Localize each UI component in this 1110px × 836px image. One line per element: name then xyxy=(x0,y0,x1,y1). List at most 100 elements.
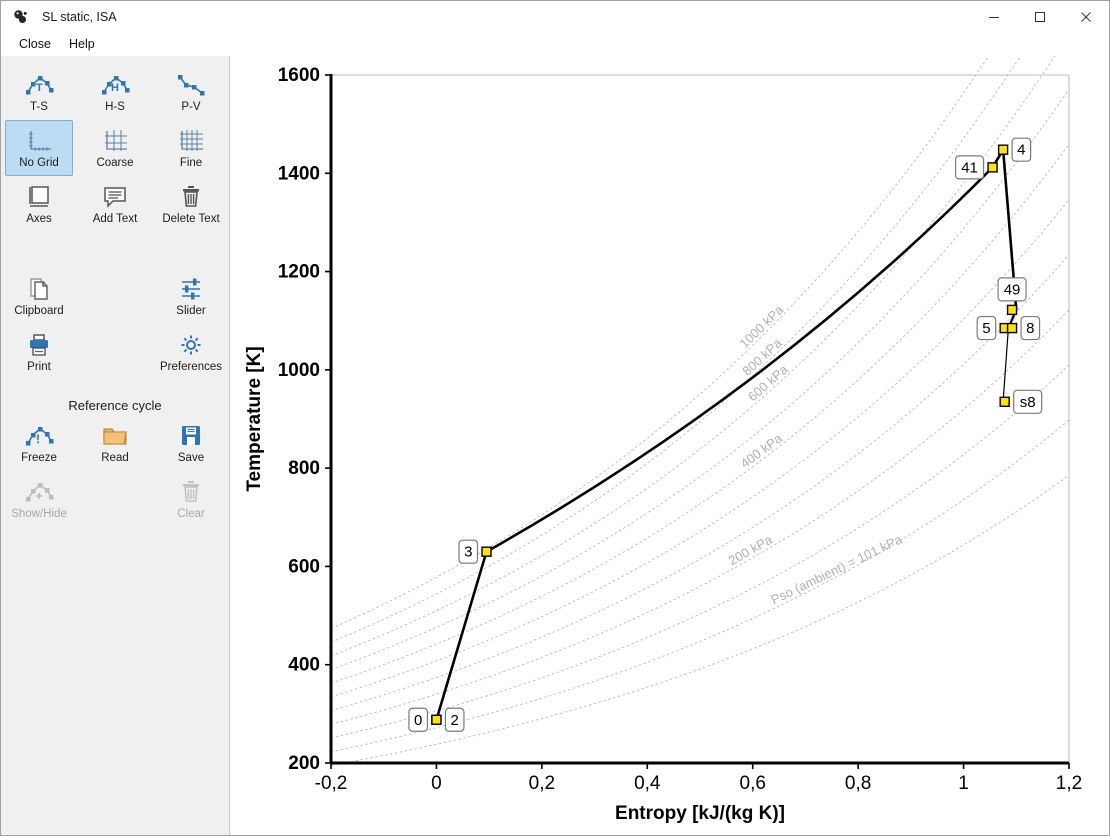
tool-freeze[interactable]: ! Freeze xyxy=(5,415,73,471)
x-tick-label: 0,6 xyxy=(740,773,766,794)
x-tick-label: 0,4 xyxy=(634,773,661,794)
grid-gap xyxy=(77,268,153,324)
y-tick-label: 400 xyxy=(288,655,320,676)
gear-icon xyxy=(176,331,206,359)
tool-h-s[interactable]: H H-S xyxy=(81,64,149,120)
window-title: SL static, ISA xyxy=(42,10,117,24)
app-icon xyxy=(12,8,30,26)
state-point-marker[interactable] xyxy=(432,715,441,724)
tool-label: Axes xyxy=(26,213,52,226)
tool-clear[interactable]: Clear xyxy=(157,471,225,527)
y-tick-label: 200 xyxy=(288,753,320,774)
tool-label: Freeze xyxy=(21,452,57,465)
tool-label: Add Text xyxy=(93,213,138,226)
folder-icon xyxy=(100,422,130,450)
tool-delete-text[interactable]: Delete Text xyxy=(157,176,225,232)
no-grid-icon xyxy=(24,127,54,155)
svg-text:T: T xyxy=(36,82,43,94)
svg-text:49: 49 xyxy=(1004,281,1021,298)
hs-plot-icon: H xyxy=(100,71,130,99)
state-point-marker[interactable] xyxy=(1008,305,1017,314)
isobar-label: Pso (ambient) = 101 kPa xyxy=(769,531,905,607)
svg-text:41: 41 xyxy=(961,159,978,176)
state-point-label[interactable]: 0 xyxy=(409,708,428,731)
state-point-marker[interactable] xyxy=(482,547,491,556)
tool-t-s[interactable]: T T-S xyxy=(5,64,73,120)
tool-label: No Grid xyxy=(19,157,59,170)
tool-save[interactable]: Save xyxy=(157,415,225,471)
y-tick-label: 1600 xyxy=(278,65,320,86)
svg-text:s8: s8 xyxy=(1020,394,1036,411)
tool-clipboard[interactable]: Clipboard xyxy=(5,268,73,324)
sidebar-spacer xyxy=(1,232,229,268)
tool-label: Slider xyxy=(176,305,205,318)
menu-item-help[interactable]: Help xyxy=(60,35,104,53)
close-button[interactable] xyxy=(1063,1,1109,32)
tool-no-grid[interactable]: No Grid xyxy=(5,120,73,176)
state-point-marker[interactable] xyxy=(1000,397,1009,406)
reference-cycle-grid: ! Freeze Read xyxy=(1,415,229,527)
x-tick-label: 0 xyxy=(431,773,442,794)
tool-p-v[interactable]: P-V xyxy=(157,64,225,120)
isobar-label: 400 kPa xyxy=(738,430,786,471)
state-point-marker[interactable] xyxy=(988,163,997,172)
state-point-label[interactable]: 2 xyxy=(445,708,464,731)
tool-read[interactable]: Read xyxy=(81,415,149,471)
tool-axes[interactable]: Axes xyxy=(5,176,73,232)
state-point-label[interactable]: s8 xyxy=(1014,390,1042,413)
cycle-path xyxy=(436,150,1016,720)
svg-text:4: 4 xyxy=(1017,142,1025,159)
pv-plot-icon xyxy=(176,71,206,99)
tool-show-hide[interactable]: Show/Hide xyxy=(5,471,73,527)
minimize-button[interactable] xyxy=(971,1,1017,32)
tool-label: Print xyxy=(27,361,51,374)
state-point-label[interactable]: 5 xyxy=(977,317,996,340)
window-body: T T-S H xyxy=(1,56,1109,835)
ts-diagram[interactable]: 1000 kPa800 kPa600 kPa400 kPa200 kPaPso … xyxy=(230,56,1109,834)
chart-canvas[interactable]: 1000 kPa800 kPa600 kPa400 kPa200 kPaPso … xyxy=(230,56,1109,835)
grid-gap xyxy=(77,324,153,380)
title-bar: SL static, ISA xyxy=(1,1,1109,32)
svg-text:2: 2 xyxy=(451,712,459,729)
state-point-labels[interactable]: 0 2 3 41 4 49 5 8 s8 xyxy=(409,138,1042,731)
y-tick-label: 1200 xyxy=(278,262,320,283)
tool-label: P-V xyxy=(181,101,200,114)
tool-label: Save xyxy=(178,452,204,465)
speech-balloon-icon xyxy=(100,183,130,211)
state-point-markers[interactable] xyxy=(432,145,1017,724)
tool-label: H-S xyxy=(105,101,125,114)
sliders-icon xyxy=(176,275,206,303)
tool-sidebar: T T-S H xyxy=(1,56,230,835)
state-point-label[interactable]: 8 xyxy=(1021,317,1040,340)
menu-item-close[interactable]: Close xyxy=(10,35,60,53)
window-controls xyxy=(971,1,1109,32)
maximize-button[interactable] xyxy=(1017,1,1063,32)
state-point-label[interactable]: 41 xyxy=(956,156,984,179)
svg-text:0: 0 xyxy=(414,712,422,729)
tool-preferences[interactable]: Preferences xyxy=(157,324,225,380)
state-point-label[interactable]: 49 xyxy=(998,278,1026,301)
state-point-marker[interactable] xyxy=(999,145,1008,154)
tool-add-text[interactable]: Add Text xyxy=(81,176,149,232)
tool-fine-grid[interactable]: Fine xyxy=(157,120,225,176)
tool-slider[interactable]: Slider xyxy=(157,268,225,324)
grid-gap xyxy=(77,471,153,527)
reference-cycle-heading: Reference cycle xyxy=(1,398,229,413)
state-point-marker[interactable] xyxy=(1008,324,1017,333)
state-point-label[interactable]: 3 xyxy=(459,540,478,563)
x-tick-label: -0,2 xyxy=(315,773,348,794)
y-tick-label: 1000 xyxy=(278,360,320,381)
y-tick-label: 600 xyxy=(288,556,320,577)
state-point-label[interactable]: 4 xyxy=(1012,138,1031,161)
application-window: SL static, ISA Close Help xyxy=(0,0,1110,836)
copy-pages-icon xyxy=(24,275,54,303)
add-plot-icon xyxy=(24,478,54,506)
utility-tools-grid: Clipboard xyxy=(1,268,229,380)
tool-coarse-grid[interactable]: Coarse xyxy=(81,120,149,176)
tool-print[interactable]: Print xyxy=(5,324,73,380)
fine-grid-icon xyxy=(176,127,206,155)
x-tick-label: 0,2 xyxy=(529,773,555,794)
coarse-grid-icon xyxy=(100,127,130,155)
svg-text:H: H xyxy=(111,82,119,94)
tool-label: Fine xyxy=(180,157,202,170)
